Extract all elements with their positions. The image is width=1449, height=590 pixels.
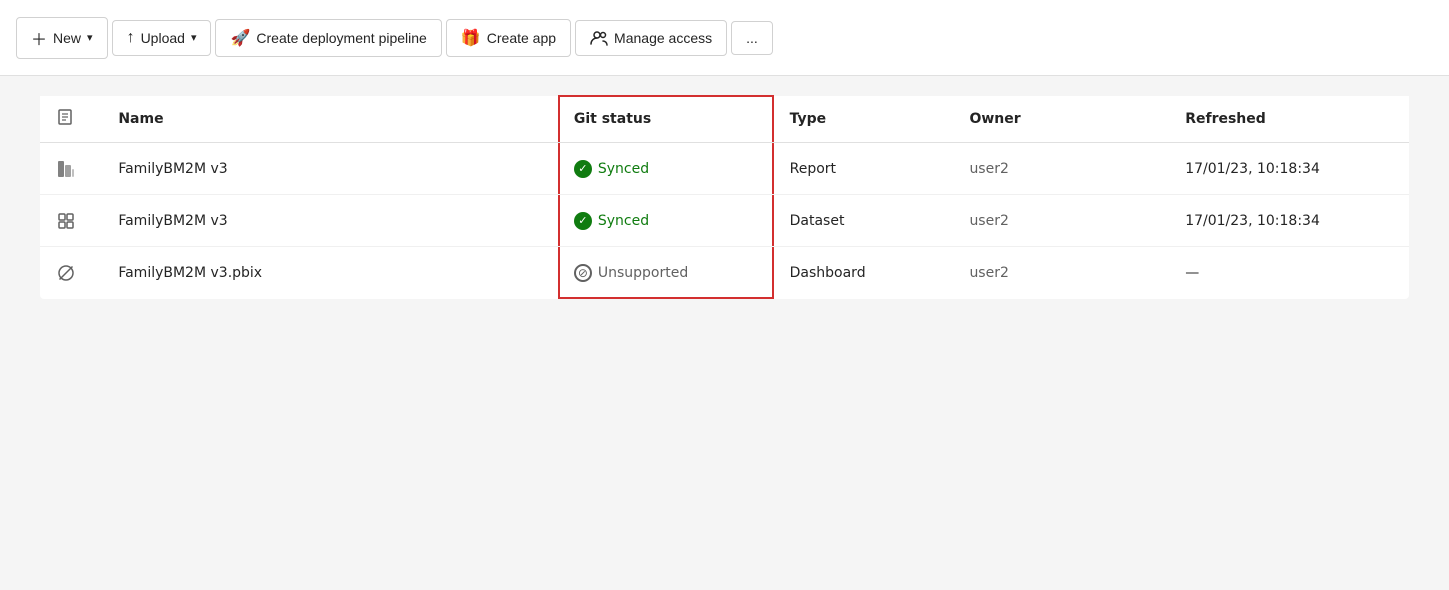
row-type-cell: Report [774,143,954,195]
item-type-icon [56,263,86,283]
item-name: FamilyBM2M v3.pbix [118,265,262,281]
item-owner: user2 [969,161,1008,177]
col-owner-header: Owner [953,96,1169,143]
item-refreshed: 17/01/23, 10:18:34 [1185,161,1320,177]
new-label: New [53,30,81,46]
pipeline-icon: 🚀 [230,28,250,48]
upload-label: Upload [141,30,185,46]
item-refreshed: 17/01/23, 10:18:34 [1185,213,1320,229]
row-refreshed-cell: 17/01/23, 10:18:34 [1169,195,1409,247]
create-pipeline-button[interactable]: 🚀 Create deployment pipeline [215,19,441,57]
row-name-cell[interactable]: FamilyBM2M v3 [102,195,558,247]
toolbar: ＋ New ▾ ↑ Upload ▾ 🚀 Create deployment p… [0,0,1449,76]
row-icon-cell [40,195,102,247]
row-owner-cell: user2 [953,143,1169,195]
item-type: Dataset [790,213,845,229]
item-type: Report [790,161,836,177]
col-name-header: Name [102,96,558,143]
more-button[interactable]: ... [731,21,773,55]
git-status-unsupported: ⊘ Unsupported [574,264,758,282]
items-table: Name Git status Type Owner Refreshed [40,96,1409,299]
row-icon-cell [40,143,102,195]
row-name-cell[interactable]: FamilyBM2M v3 [102,143,558,195]
item-owner: user2 [969,213,1008,229]
table-row: FamilyBM2M v3 ✓ Synced Report user2 17/0… [40,143,1409,195]
row-icon-cell [40,247,102,299]
col-type-header: Type [774,96,954,143]
col-git-header: Git status [558,96,774,143]
main-content: Name Git status Type Owner Refreshed [0,76,1449,319]
synced-icon: ✓ [574,160,592,178]
table-row: FamilyBM2M v3 ✓ Synced Dataset user2 17/… [40,195,1409,247]
col-icon-header [40,96,102,143]
row-type-cell: Dataset [774,195,954,247]
table-row: FamilyBM2M v3.pbix ⊘ Unsupported Dashboa… [40,247,1409,299]
row-type-cell: Dashboard [774,247,954,299]
item-type-icon [56,159,86,179]
upload-chevron-icon: ▾ [191,31,197,44]
item-name: FamilyBM2M v3 [118,213,227,229]
row-git-cell: ⊘ Unsupported [558,247,774,299]
row-refreshed-cell: 17/01/23, 10:18:34 [1169,143,1409,195]
people-icon [590,29,608,47]
item-refreshed: — [1185,265,1199,281]
row-owner-cell: user2 [953,247,1169,299]
item-owner: user2 [969,265,1008,281]
new-chevron-icon: ▾ [87,31,93,44]
more-label: ... [746,30,758,46]
row-git-cell: ✓ Synced [558,195,774,247]
upload-button[interactable]: ↑ Upload ▾ [112,20,212,56]
row-git-cell: ✓ Synced [558,143,774,195]
git-status-label: Synced [598,213,649,229]
git-status-synced: ✓ Synced [574,160,758,178]
table-header-row: Name Git status Type Owner Refreshed [40,96,1409,143]
create-app-label: Create app [487,30,556,46]
app-icon: 🎁 [461,28,481,48]
git-status-synced: ✓ Synced [574,212,758,230]
git-status-label: Unsupported [598,265,688,281]
row-owner-cell: user2 [953,195,1169,247]
manage-access-label: Manage access [614,30,712,46]
new-button[interactable]: ＋ New ▾ [16,17,108,59]
manage-access-button[interactable]: Manage access [575,20,727,56]
plus-icon: ＋ [31,26,47,50]
row-refreshed-cell: — [1169,247,1409,299]
row-name-cell[interactable]: FamilyBM2M v3.pbix [102,247,558,299]
upload-icon: ↑ [127,29,135,47]
git-status-label: Synced [598,161,649,177]
create-pipeline-label: Create deployment pipeline [256,30,426,46]
item-type-icon [56,211,86,231]
synced-icon: ✓ [574,212,592,230]
create-app-button[interactable]: 🎁 Create app [446,19,571,57]
col-refreshed-header: Refreshed [1169,96,1409,143]
item-name: FamilyBM2M v3 [118,161,227,177]
unsupported-icon: ⊘ [574,264,592,282]
item-type: Dashboard [790,265,866,281]
